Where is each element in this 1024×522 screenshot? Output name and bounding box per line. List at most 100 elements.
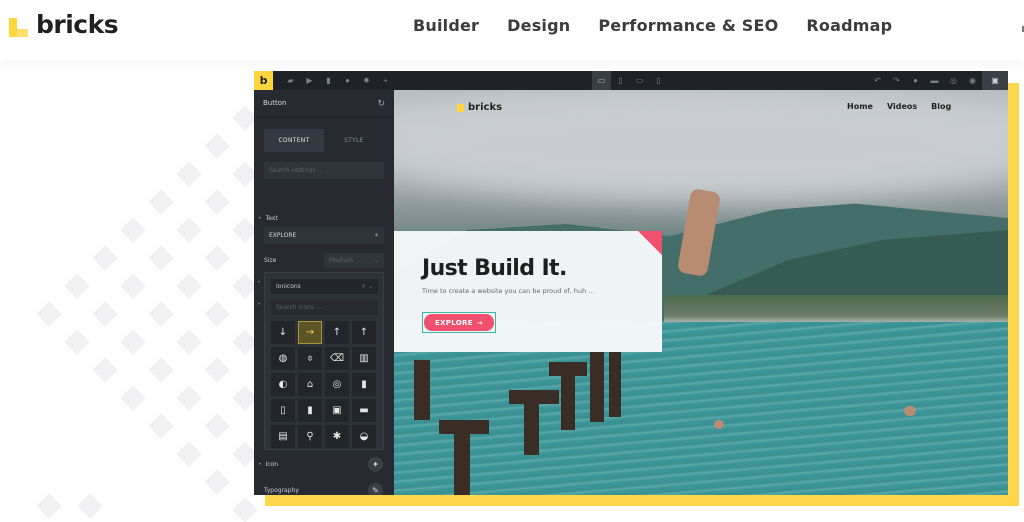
icon-add-button[interactable]: ✦	[368, 457, 383, 472]
diamond-shape	[120, 273, 146, 299]
explore-button-label: EXPLORE	[435, 318, 473, 327]
baseball-icon[interactable]: ◐	[271, 373, 295, 396]
basketball-icon[interactable]: ◎	[325, 373, 349, 396]
icon-search-input[interactable]: Search icons ...	[271, 300, 378, 315]
preview-icon[interactable]: ◉	[963, 71, 982, 90]
hero-corner-accent	[638, 231, 662, 255]
nav-builder[interactable]: Builder	[413, 16, 479, 35]
diamond-shape	[148, 413, 174, 439]
folder-icon[interactable]: ▬	[925, 71, 944, 90]
site-logo[interactable]: bricks	[9, 12, 119, 37]
diamond-shape	[120, 329, 146, 355]
text-value: EXPLORE	[269, 232, 297, 239]
icon-picker: Ionicons × ⌄ Search icons ... ↓ → ↑ ↑ ◍ ⌽ ⌫ ▥ ◐ ⌂…	[264, 272, 384, 450]
battery-empty-icon[interactable]: ▯	[271, 399, 295, 422]
tablet-icon[interactable]: ▯	[611, 71, 630, 90]
site-nav: Builder Design Performance & SEO Roadmap	[413, 16, 892, 35]
diamond-shape	[204, 357, 230, 383]
diamond-shape	[120, 217, 146, 243]
bluetooth-icon[interactable]: ✱	[325, 425, 349, 448]
boat-icon[interactable]: ◒	[352, 425, 376, 448]
diamond-shape	[204, 413, 230, 439]
clear-chevron-icon: × ⌄	[361, 283, 373, 290]
preview-brand: bricks	[468, 102, 503, 113]
builder-logo[interactable]: b	[254, 71, 273, 90]
diamond-shape	[36, 301, 62, 327]
diamond-shape	[148, 357, 174, 383]
diamond-shape	[64, 273, 90, 299]
settings-icon[interactable]: ✹	[357, 71, 376, 90]
collapsed-dot: •	[258, 280, 261, 286]
arrow-up-outline-icon[interactable]: ↑	[352, 321, 376, 344]
typography-edit-button[interactable]: ✎	[368, 483, 383, 495]
preview-nav-blog[interactable]: Blog	[931, 102, 951, 111]
preview-nav: Home Videos Blog	[847, 102, 951, 111]
dynamic-data-icon[interactable]: ✦	[374, 232, 379, 239]
hero-subtitle: Time to create a website you can be prou…	[422, 287, 595, 295]
wordpress-icon[interactable]: ◎	[944, 71, 963, 90]
aperture-icon[interactable]: ◍	[271, 347, 295, 370]
battery-charging-icon[interactable]: ▮	[352, 373, 376, 396]
diamond-shape	[176, 161, 202, 187]
nav-roadmap[interactable]: Roadmap	[806, 16, 892, 35]
diamond-shape	[77, 493, 103, 519]
builder-window: b ▰ ▶ ▮ ● ✹ + ▭ ▯ ▭ ▯ ↶ ↷ ● ▬ ◎ ◉ ▣ Butt…	[254, 71, 1008, 495]
panel-title: Button	[263, 99, 287, 107]
help-icon[interactable]: ●	[906, 71, 925, 90]
nav-performance-seo[interactable]: Performance & SEO	[598, 16, 778, 35]
battery-half-icon[interactable]: ▣	[325, 399, 349, 422]
diamond-shape	[204, 245, 230, 271]
hero-title: Just Build It.	[422, 256, 567, 281]
cursor-icon[interactable]: ▶	[300, 71, 319, 90]
backspace-icon[interactable]: ⌫	[325, 347, 349, 370]
page-icon[interactable]: ▮	[319, 71, 338, 90]
mobile-icon[interactable]: ▯	[649, 71, 668, 90]
nav-design[interactable]: Design	[507, 16, 570, 35]
icon-library-value: Ionicons	[276, 283, 301, 290]
bed-icon[interactable]: ▬	[352, 399, 376, 422]
desktop-icon[interactable]: ▭	[592, 71, 611, 90]
briefcase-icon[interactable]: ▰	[281, 71, 300, 90]
text-input[interactable]: EXPLORE ✦	[264, 227, 384, 244]
arrow-up-icon[interactable]: ↑	[325, 321, 349, 344]
reset-icon[interactable]: ↻	[377, 98, 385, 109]
diamond-shape	[92, 301, 118, 327]
history-icon[interactable]: ●	[338, 71, 357, 90]
preview-nav-videos[interactable]: Videos	[887, 102, 917, 111]
diamond-shape	[64, 329, 90, 355]
icon-grid: ↓ → ↑ ↑ ◍ ⌽ ⌫ ▥ ◐ ⌂ ◎ ▮ ▯ ▮ ▣ ▬ ▤ ⚲ ✱ ◒	[271, 321, 379, 448]
diamond-shape	[92, 245, 118, 271]
attach-icon[interactable]: ⌽	[298, 347, 322, 370]
arrow-forward-icon[interactable]: →	[298, 321, 322, 344]
size-select[interactable]: Medium ⌄	[324, 253, 384, 268]
diamond-shape	[176, 385, 202, 411]
bicycle-icon[interactable]: ⚲	[298, 425, 322, 448]
search-settings-input[interactable]: Search settings ...	[264, 162, 384, 179]
plus-icon[interactable]: +	[376, 71, 395, 90]
tablet-landscape-icon[interactable]: ▭	[630, 71, 649, 90]
settings-panel: Button ↻ CONTENT STYLE Search settings .…	[254, 90, 394, 495]
tab-content[interactable]: CONTENT	[264, 129, 324, 152]
undo-icon[interactable]: ↶	[868, 71, 887, 90]
icon-library-select[interactable]: Ionicons × ⌄	[271, 279, 378, 294]
diamond-shape	[176, 441, 202, 467]
barcode-icon[interactable]: ▥	[352, 347, 376, 370]
diamond-shape	[176, 217, 202, 243]
preview-logo[interactable]: bricks	[457, 102, 502, 113]
tab-style[interactable]: STYLE	[324, 129, 384, 152]
preview-canvas[interactable]: bricks Home Videos Blog Just Build It. T…	[394, 90, 1008, 495]
diamond-shape	[204, 133, 230, 159]
arrow-down-icon[interactable]: ↓	[271, 321, 295, 344]
save-icon[interactable]: ▣	[982, 71, 1008, 90]
preview-nav-home[interactable]: Home	[847, 102, 873, 111]
explore-button[interactable]: EXPLORE →	[422, 312, 496, 333]
beer-icon[interactable]: ▤	[271, 425, 295, 448]
bricks-logo-icon	[9, 18, 28, 37]
icon-label: • Icon	[258, 461, 279, 468]
hero-card[interactable]: Just Build It. Time to create a website …	[394, 231, 662, 352]
site-header: bricks Builder Design Performance & SEO …	[0, 0, 1024, 60]
battery-full-icon[interactable]: ▮	[298, 399, 322, 422]
basket-icon[interactable]: ⌂	[298, 373, 322, 396]
diamond-shape	[120, 385, 146, 411]
redo-icon[interactable]: ↷	[887, 71, 906, 90]
